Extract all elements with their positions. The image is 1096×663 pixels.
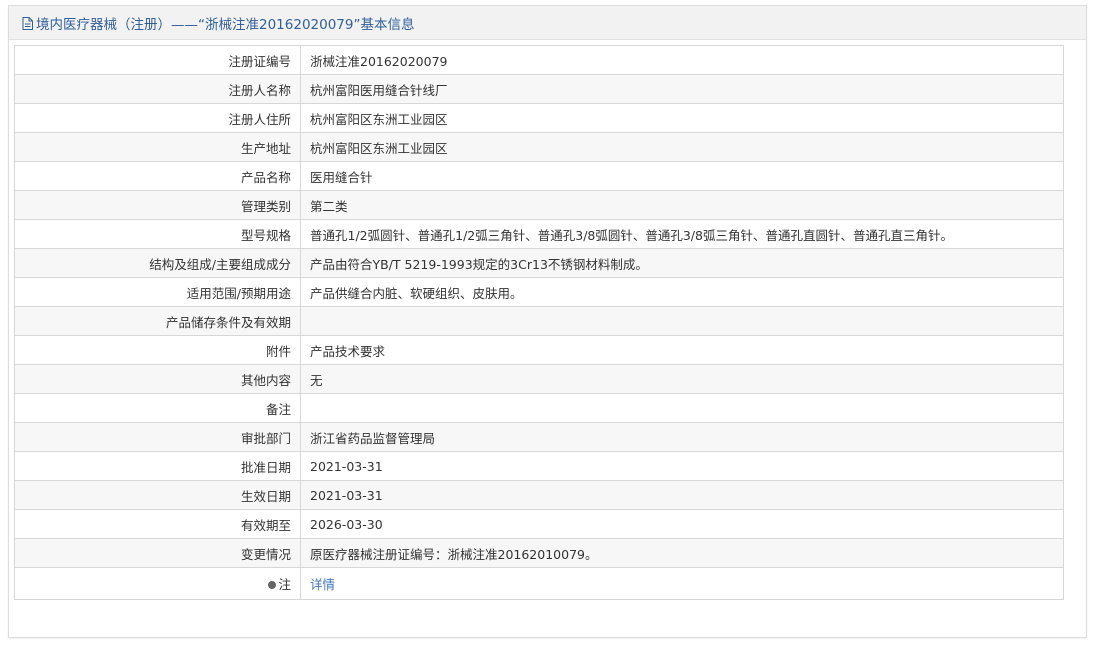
table-row: 批准日期 2021-03-31: [14, 451, 1064, 481]
row-label: 变更情况: [14, 538, 301, 568]
row-label: 管理类别: [14, 190, 301, 220]
row-value: 原医疗器械注册证编号：浙械注准20162010079。: [300, 538, 1064, 568]
row-value: 杭州富阳区东洲工业园区: [300, 132, 1064, 162]
row-label: 注册人住所: [14, 103, 301, 133]
table-row: 适用范围/预期用途 产品供缝合内脏、软硬组织、皮肤用。: [14, 277, 1064, 307]
table-row: 有效期至 2026-03-30: [14, 509, 1064, 539]
row-label: 批准日期: [14, 451, 301, 481]
table-row: 结构及组成/主要组成成分 产品由符合YB/T 5219-1993规定的3Cr13不…: [14, 248, 1064, 278]
row-value: 第二类: [300, 190, 1064, 220]
row-label: 其他内容: [14, 364, 301, 394]
row-label: 生效日期: [14, 480, 301, 510]
table-row: 注册人住所 杭州富阳区东洲工业园区: [14, 103, 1064, 133]
row-label: 产品名称: [14, 161, 301, 191]
table-row: 审批部门 浙江省药品监督管理局: [14, 422, 1064, 452]
row-label: 有效期至: [14, 509, 301, 539]
row-value: 杭州富阳医用缝合针线厂: [300, 74, 1064, 104]
row-value: 产品由符合YB/T 5219-1993规定的3Cr13不锈钢材料制成。: [300, 248, 1064, 278]
row-label: 注册人名称: [14, 74, 301, 104]
row-value: 产品供缝合内脏、软硬组织、皮肤用。: [300, 277, 1064, 307]
row-value: 浙江省药品监督管理局: [300, 422, 1064, 452]
row-label: 生产地址: [14, 132, 301, 162]
row-value: 2021-03-31: [300, 451, 1064, 481]
row-value: 医用缝合针: [300, 161, 1064, 191]
note-label: 注: [278, 577, 291, 592]
panel-header: 境内医疗器械（注册）——“浙械注准20162020079”基本信息: [9, 6, 1086, 40]
page-title: 境内医疗器械（注册）——“浙械注准20162020079”基本信息: [36, 16, 415, 33]
row-value: 普通孔1/2弧圆针、普通孔1/2弧三角针、普通孔3/8弧圆针、普通孔3/8弧三角…: [300, 219, 1064, 249]
row-value: 产品技术要求: [300, 335, 1064, 365]
details-link[interactable]: 详情: [310, 577, 335, 592]
table-row: 产品名称 医用缝合针: [14, 161, 1064, 191]
note-value-cell: 详情: [300, 567, 1064, 600]
row-value: 浙械注准20162020079: [300, 45, 1064, 75]
table-row: 产品储存条件及有效期: [14, 306, 1064, 336]
row-label: 附件: [14, 335, 301, 365]
table-row: 附件 产品技术要求: [14, 335, 1064, 365]
row-value: [300, 393, 1064, 423]
row-value: 杭州富阳区东洲工业园区: [300, 103, 1064, 133]
table-row: 生效日期 2021-03-31: [14, 480, 1064, 510]
table-row: 注册人名称 杭州富阳医用缝合针线厂: [14, 74, 1064, 104]
row-label: 备注: [14, 393, 301, 423]
row-value: 无: [300, 364, 1064, 394]
row-label: 产品储存条件及有效期: [14, 306, 301, 336]
table-row: 注册证编号 浙械注准20162020079: [14, 45, 1064, 75]
table-row: 管理类别 第二类: [14, 190, 1064, 220]
info-table: 注册证编号 浙械注准20162020079 注册人名称 杭州富阳医用缝合针线厂 注册…: [14, 45, 1064, 600]
table-row: 其他内容无: [14, 364, 1064, 394]
row-label: 注册证编号: [14, 45, 301, 75]
table-row: 变更情况 原医疗器械注册证编号：浙械注准20162010079。: [14, 538, 1064, 568]
row-value: 2026-03-30: [300, 509, 1064, 539]
document-icon: [22, 16, 33, 30]
row-label: 审批部门: [14, 422, 301, 452]
note-bullet-icon: [268, 581, 277, 589]
note-label-cell: 注: [14, 567, 301, 600]
row-value: [300, 306, 1064, 336]
table-row: 型号规格 普通孔1/2弧圆针、普通孔1/2弧三角针、普通孔3/8弧圆针、普通孔3/…: [14, 219, 1064, 249]
note-row: 注 详情: [14, 567, 1064, 600]
table-row: 备注: [14, 393, 1064, 423]
row-label: 型号规格: [14, 219, 301, 249]
row-label: 结构及组成/主要组成成分: [14, 248, 301, 278]
row-value: 2021-03-31: [300, 480, 1064, 510]
table-row: 生产地址 杭州富阳区东洲工业园区: [14, 132, 1064, 162]
row-label: 适用范围/预期用途: [14, 277, 301, 307]
